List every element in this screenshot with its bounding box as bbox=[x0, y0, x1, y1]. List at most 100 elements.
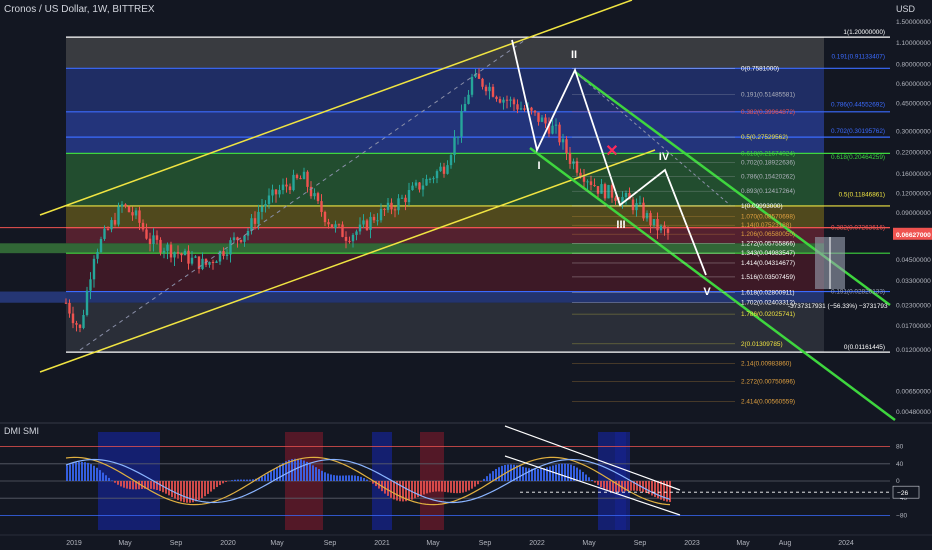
histogram-bar bbox=[117, 481, 119, 485]
histogram-bar bbox=[330, 474, 332, 481]
fib-band bbox=[66, 68, 824, 112]
candle-body bbox=[467, 94, 470, 104]
y-tick-label: 0.01700000 bbox=[896, 323, 931, 330]
y-tick-label: 0.00650000 bbox=[896, 388, 931, 395]
x-tick-label: 2020 bbox=[220, 540, 236, 547]
indicator-tick-label: 40 bbox=[896, 461, 904, 468]
histogram-bar bbox=[537, 468, 539, 481]
candle-body bbox=[575, 161, 579, 173]
candle-body bbox=[295, 174, 299, 179]
histogram-bar bbox=[315, 467, 317, 481]
candle-body bbox=[565, 139, 568, 154]
candle-body bbox=[134, 210, 138, 216]
candle-body bbox=[271, 189, 274, 196]
fib-label: 2.272(0.00750696) bbox=[741, 379, 795, 386]
histogram-bar bbox=[468, 481, 470, 491]
fib-label: 1.343(0.04983547) bbox=[741, 250, 795, 257]
candle-body bbox=[138, 210, 141, 223]
candle-body bbox=[92, 258, 96, 280]
x-marker-icon: ✕ bbox=[605, 143, 618, 160]
candle-body bbox=[439, 166, 442, 172]
candle-body bbox=[183, 250, 187, 256]
candle-body bbox=[554, 124, 558, 126]
histogram-bar bbox=[609, 481, 611, 492]
fib-band bbox=[0, 243, 66, 254]
candle-body bbox=[537, 112, 540, 122]
indicator-current-label: −26 bbox=[897, 490, 909, 497]
indicator-tick-label: 0 bbox=[896, 478, 900, 485]
x-tick-label: May bbox=[270, 540, 284, 547]
fib-band bbox=[66, 153, 824, 206]
histogram-bar bbox=[273, 469, 275, 481]
candle-body bbox=[145, 229, 148, 239]
candle-body bbox=[568, 153, 572, 164]
fib-label: 0.191(0.91133407) bbox=[831, 54, 885, 61]
histogram-bar bbox=[213, 481, 215, 490]
candle-body bbox=[215, 261, 218, 263]
histogram-bar bbox=[147, 481, 149, 489]
candle-body bbox=[201, 258, 204, 269]
histogram-bar bbox=[477, 481, 479, 485]
candle-body bbox=[428, 178, 432, 180]
candle-body bbox=[288, 186, 292, 191]
candle-body bbox=[194, 256, 197, 258]
histogram-bar bbox=[441, 481, 443, 492]
x-tick-label: Aug bbox=[779, 540, 792, 547]
wave-label: V bbox=[703, 286, 711, 298]
x-tick-label: 2023 bbox=[684, 540, 700, 547]
candle-body bbox=[96, 252, 99, 259]
histogram-bar bbox=[303, 460, 305, 481]
candle-body bbox=[523, 108, 526, 110]
fib-label: 1.272(0.05755866) bbox=[741, 240, 795, 247]
histogram-bar bbox=[186, 481, 188, 503]
histogram-bar bbox=[219, 481, 221, 486]
candle-body bbox=[649, 213, 652, 226]
fib-label: 1.702(0.02403312) bbox=[741, 300, 795, 307]
candle-body bbox=[505, 99, 509, 101]
candle-body bbox=[558, 124, 561, 143]
candle-body bbox=[593, 184, 596, 187]
histogram-bar bbox=[576, 467, 578, 481]
histogram-bar bbox=[204, 481, 206, 497]
measure-label: -3737317931 (−56.33%) −3731793 bbox=[788, 303, 888, 310]
histogram-bar bbox=[513, 464, 515, 481]
candle-body bbox=[250, 218, 253, 231]
candle-body bbox=[64, 302, 68, 304]
candle-body bbox=[638, 202, 642, 204]
current-price-label: 0.06627000 bbox=[896, 232, 931, 239]
candle-body bbox=[169, 244, 173, 258]
candle-body bbox=[470, 76, 474, 95]
fib-label: 0(0.7581000) bbox=[741, 65, 779, 72]
candle-body bbox=[257, 211, 260, 224]
y-tick-label: 0.45000000 bbox=[896, 101, 931, 108]
candle-body bbox=[425, 179, 428, 186]
histogram-bar bbox=[102, 472, 104, 481]
candle-body bbox=[365, 220, 369, 230]
histogram-bar bbox=[231, 480, 233, 481]
candle-body bbox=[540, 117, 544, 122]
candle-body bbox=[404, 197, 407, 203]
candle-body bbox=[666, 228, 670, 233]
candle-body bbox=[334, 224, 337, 228]
histogram-bar bbox=[501, 465, 503, 481]
histogram-bar bbox=[486, 476, 488, 481]
fib-band bbox=[66, 243, 824, 254]
fib-label: 0.702(0.30195762) bbox=[831, 128, 885, 135]
candle-body bbox=[358, 224, 362, 232]
candle-body bbox=[208, 261, 211, 265]
y-tick-label: 0.03300000 bbox=[896, 278, 931, 285]
candle-body bbox=[624, 192, 628, 197]
histogram-bar bbox=[528, 468, 530, 481]
price-chart[interactable]: ✕IIIIIIIVV 1(1.20000000)0(0.01161445)0(0… bbox=[0, 0, 932, 550]
fib-label: 2(0.01309785) bbox=[741, 341, 783, 348]
histogram-bar bbox=[333, 475, 335, 481]
candle-body bbox=[642, 202, 645, 219]
histogram-bar bbox=[540, 468, 542, 481]
candle-body bbox=[89, 279, 92, 291]
y-tick-label: 0.02300000 bbox=[896, 303, 931, 310]
histogram-bar bbox=[312, 465, 314, 481]
histogram-bar bbox=[72, 463, 74, 481]
histogram-bar bbox=[249, 479, 251, 481]
candle-body bbox=[495, 96, 498, 100]
candle-body bbox=[225, 254, 229, 256]
